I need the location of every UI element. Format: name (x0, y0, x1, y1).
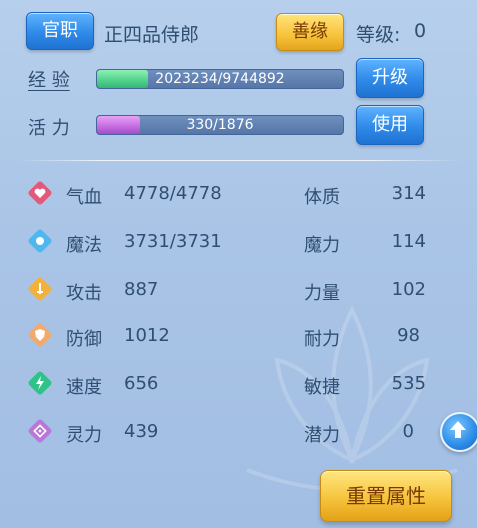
level-value: 0 (414, 20, 427, 42)
stat-label-magic: 魔力 (304, 235, 340, 256)
stat-label-potential: 潜力 (304, 425, 340, 446)
level-label: 等级: (356, 24, 401, 46)
merit-button[interactable]: 善缘 (276, 13, 344, 51)
stat-value-potential: 0 (402, 421, 414, 442)
character-attributes-panel: 官职 正四品侍郎 善缘 等级: 0 经 验 2023234/9744892 升级… (0, 0, 477, 528)
mana-icon (28, 229, 52, 253)
attack-icon (28, 277, 52, 301)
stat-label-strength: 力量 (304, 283, 340, 304)
exp-bar-text: 2023234/9744892 (155, 71, 285, 87)
vitality-label: 活 力 (28, 118, 70, 139)
scroll-up-button[interactable] (440, 412, 477, 452)
stat-label-mp: 魔法 (66, 235, 102, 256)
section-divider (16, 160, 461, 161)
stat-value-strength: 102 (391, 279, 426, 300)
stat-value-defense: 1012 (124, 325, 170, 346)
vitality-bar-text: 330/1876 (186, 117, 254, 133)
stat-label-agility: 敏捷 (304, 377, 340, 398)
stat-value-mp: 3731/3731 (124, 231, 222, 252)
position-title: 正四品侍郎 (104, 24, 200, 46)
stat-label-defense: 防御 (66, 329, 102, 350)
spirit-icon (28, 419, 52, 443)
stat-label-constitution: 体质 (304, 187, 340, 208)
stat-value-constitution: 314 (391, 183, 426, 204)
stat-value-attack: 887 (124, 279, 159, 300)
stat-value-endurance: 98 (397, 325, 420, 346)
reset-attributes-button[interactable]: 重置属性 (320, 470, 452, 522)
stat-value-spirit: 439 (124, 421, 159, 442)
exp-bar: 2023234/9744892 (96, 69, 344, 89)
use-button[interactable]: 使用 (356, 105, 424, 145)
defense-icon (28, 323, 52, 347)
exp-label: 经 验 (28, 70, 70, 91)
upgrade-button[interactable]: 升级 (356, 58, 424, 98)
stat-label-speed: 速度 (66, 377, 102, 398)
stat-value-magic: 114 (391, 231, 426, 252)
stat-label-endurance: 耐力 (304, 329, 340, 350)
stat-value-speed: 656 (124, 373, 159, 394)
position-button[interactable]: 官职 (26, 12, 94, 50)
speed-icon (28, 371, 52, 395)
arrow-up-icon (450, 421, 466, 438)
stat-label-attack: 攻击 (66, 283, 102, 304)
stat-label-hp: 气血 (66, 187, 102, 208)
vitality-bar: 330/1876 (96, 115, 344, 135)
stat-value-agility: 535 (391, 373, 426, 394)
stat-label-spirit: 灵力 (66, 425, 102, 446)
stat-value-hp: 4778/4778 (124, 183, 222, 204)
heart-icon (28, 181, 52, 205)
